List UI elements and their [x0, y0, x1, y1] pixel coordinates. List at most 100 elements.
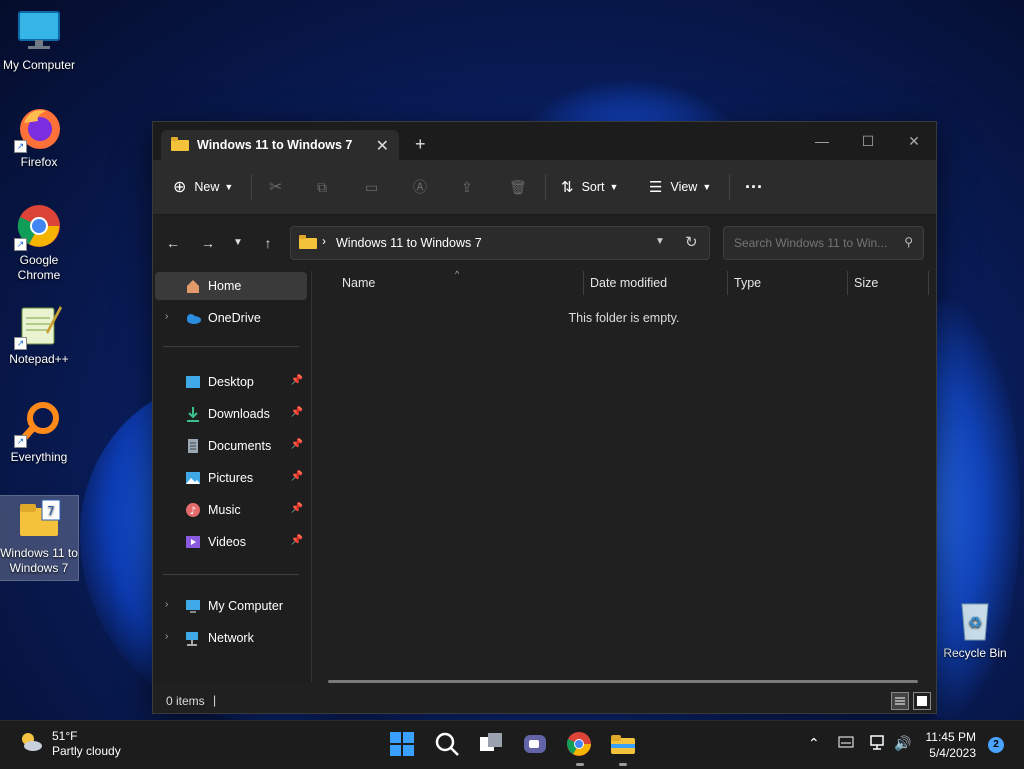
search-input[interactable] — [732, 235, 896, 251]
share-icon: ⇪ — [461, 178, 473, 195]
up-button[interactable]: ↑ — [256, 231, 280, 255]
sort-label: Sort — [581, 180, 605, 194]
tab-active[interactable]: Windows 11 to Windows 7 ✕ — [161, 130, 399, 160]
rename-button[interactable]: Ⓐ — [413, 173, 427, 201]
sort-button[interactable]: ⇅ Sort ▼ — [561, 173, 618, 201]
teams-chat-button[interactable] — [522, 731, 550, 759]
pin-icon[interactable]: 📌 — [291, 535, 303, 546]
copy-icon: ⧉ — [317, 178, 327, 195]
chevron-right-icon[interactable]: › — [165, 631, 168, 642]
address-path[interactable]: › Windows 11 to Windows 7 ▼ ↻ — [290, 226, 710, 260]
more-options-button[interactable]: ··· — [745, 173, 763, 201]
view-lines-icon: ☰ — [649, 179, 663, 196]
column-divider[interactable] — [727, 271, 728, 295]
horizontal-scrollbar[interactable] — [328, 680, 918, 683]
cloud-icon — [185, 310, 201, 326]
desktop-icon-label: Everything — [10, 450, 68, 464]
desktop-icon-win11-to-win7[interactable]: 7 Windows 11 to Windows 7 — [0, 495, 79, 581]
navigation-pane: Home › OneDrive Desktop 📌 Downloads 📌 Do… — [153, 271, 312, 682]
new-button[interactable]: ⊕ New ▼ — [173, 173, 233, 201]
tiles-view-button[interactable] — [913, 692, 931, 710]
desktop-icon-recycle-bin[interactable]: ♻ Recycle Bin — [936, 596, 1014, 661]
forward-button[interactable]: → — [196, 231, 220, 255]
sidebar-item-videos[interactable]: Videos 📌 — [155, 528, 307, 556]
pin-icon[interactable]: 📌 — [291, 407, 303, 418]
desktop-icon-label: Windows 11 to Windows 7 — [0, 546, 78, 575]
back-button[interactable]: ← — [161, 231, 185, 255]
desktop-icon-label: Recycle Bin — [943, 646, 1007, 660]
chevron-down-icon[interactable]: ▼ — [655, 236, 665, 247]
sidebar-item-downloads[interactable]: Downloads 📌 — [155, 400, 307, 428]
view-button[interactable]: ☰ View ▼ — [649, 173, 711, 201]
sidebar-item-onedrive[interactable]: › OneDrive — [155, 304, 307, 332]
empty-folder-message: This folder is empty. — [568, 311, 680, 325]
notepadpp-icon: ↗ — [14, 302, 62, 350]
desktop-icon-chrome[interactable]: ↗ Google Chrome — [0, 203, 78, 283]
task-view-button[interactable] — [478, 731, 506, 759]
recent-locations-button[interactable]: ▼ — [226, 231, 250, 255]
plus-circle-icon: ⊕ — [173, 179, 187, 196]
clock[interactable]: 11:45 PM 5/4/2023 — [916, 729, 976, 761]
column-header-name[interactable]: Name — [342, 276, 375, 300]
magnifier-icon: ↗ — [14, 400, 62, 448]
paste-button[interactable]: ▭ — [365, 173, 378, 201]
sidebar-item-documents[interactable]: Documents 📌 — [155, 432, 307, 460]
sidebar-item-pictures[interactable]: Pictures 📌 — [155, 464, 307, 492]
details-view-button[interactable] — [891, 692, 909, 710]
folder-icon — [171, 136, 189, 154]
delete-button[interactable]: 🗑 — [509, 173, 527, 201]
close-window-button[interactable]: ✕ — [891, 127, 937, 155]
share-button[interactable]: ⇪ — [461, 173, 473, 201]
keyboard-icon[interactable] — [838, 735, 854, 752]
chevron-down-icon: ▼ — [224, 182, 234, 192]
sort-icon: ⇅ — [561, 179, 574, 196]
chevron-right-icon[interactable]: › — [165, 311, 168, 322]
network-icon[interactable] — [870, 735, 888, 754]
minimize-button[interactable]: — — [799, 127, 845, 155]
chevron-up-icon[interactable]: ⌃ — [808, 735, 820, 752]
column-divider[interactable] — [928, 271, 929, 295]
toolbar-divider — [729, 174, 730, 200]
sidebar-item-label: Desktop — [208, 375, 254, 389]
sidebar-item-network[interactable]: › Network — [155, 624, 307, 652]
pin-icon[interactable]: 📌 — [291, 439, 303, 450]
pin-icon[interactable]: 📌 — [291, 471, 303, 482]
sidebar-item-music[interactable]: ♪ Music 📌 — [155, 496, 307, 524]
volume-icon[interactable]: 🔊 — [894, 735, 911, 752]
close-tab-icon[interactable]: ✕ — [376, 136, 389, 156]
pin-icon[interactable]: 📌 — [291, 375, 303, 386]
chevron-right-icon[interactable]: › — [165, 599, 168, 610]
breadcrumb[interactable]: Windows 11 to Windows 7 — [336, 236, 482, 250]
desktop-icon-firefox[interactable]: ↗ Firefox — [0, 105, 78, 170]
column-header-date-modified[interactable]: Date modified — [590, 276, 667, 300]
desktop-icon-everything[interactable]: ↗ Everything — [0, 400, 78, 465]
sidebar-item-desktop[interactable]: Desktop 📌 — [155, 368, 307, 396]
search-box[interactable]: ⚲ — [723, 226, 924, 260]
cut-button[interactable]: ✂ — [269, 173, 282, 201]
desktop-icon — [185, 374, 201, 390]
maximize-button[interactable]: ☐ — [845, 127, 891, 155]
column-header-type[interactable]: Type — [734, 276, 761, 300]
column-divider[interactable] — [847, 271, 848, 295]
sidebar-item-my-computer[interactable]: › My Computer — [155, 592, 307, 620]
desktop-icon-label: Notepad++ — [9, 352, 69, 366]
copy-button[interactable]: ⧉ — [317, 173, 327, 201]
desktop-icon-my-computer[interactable]: My Computer — [0, 8, 78, 73]
weather-widget[interactable]: 51°F Partly cloudy — [18, 729, 121, 759]
network-icon — [185, 630, 201, 646]
column-header-size[interactable]: Size — [854, 276, 878, 300]
refresh-icon[interactable]: ↻ — [685, 233, 698, 251]
new-tab-button[interactable]: + — [415, 134, 426, 155]
file-explorer-taskbar-button[interactable] — [610, 731, 638, 759]
chrome-taskbar-button[interactable] — [566, 731, 594, 759]
sidebar-item-home[interactable]: Home — [155, 272, 307, 300]
desktop-icon-notepadpp[interactable]: ↗ Notepad++ — [0, 302, 78, 367]
start-button[interactable] — [389, 731, 417, 759]
pin-icon[interactable]: 📌 — [291, 503, 303, 514]
notification-badge[interactable]: 2 — [988, 737, 1004, 753]
search-button[interactable] — [434, 731, 462, 759]
document-icon — [185, 438, 201, 454]
weather-temp: 51°F — [52, 729, 78, 743]
monitor-icon — [16, 8, 62, 54]
column-divider[interactable] — [583, 271, 584, 295]
